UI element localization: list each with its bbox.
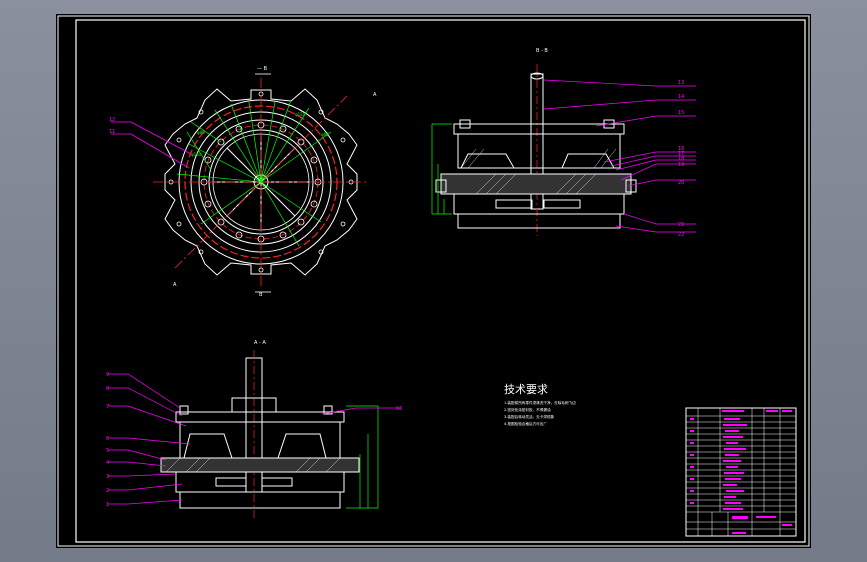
section-bb-view: B - B 13 14 15 16 17 18 19 20 21 22 <box>431 48 696 238</box>
tech-req-title: 技术要求 <box>504 383 548 396</box>
callout-9: 9 <box>106 372 109 378</box>
callout-11: 11 <box>109 129 115 135</box>
svg-text:φ120: φ120 <box>295 112 306 117</box>
drawing-sheet: φ80 φ120 φ96 φ160 12 11 — B A A B B - B … <box>56 14 811 548</box>
tech-req-line-3: 3.装配后转动灵活，无卡滞现象 <box>504 414 555 419</box>
section-aa-title: A - A <box>254 340 266 346</box>
section-bb-title: B - B <box>536 48 548 54</box>
callout-21: 21 <box>678 222 684 228</box>
top-view-label: — B <box>257 66 268 72</box>
callout-1: 1 <box>106 502 109 508</box>
callout-3: 3 <box>106 474 109 480</box>
top-view: φ80 φ120 φ96 φ160 12 11 — B A A B <box>109 66 377 298</box>
callout-19: 19 <box>678 162 684 168</box>
callout-22: 22 <box>678 232 684 238</box>
svg-text:φ80: φ80 <box>197 130 205 135</box>
svg-text:φ160: φ160 <box>191 152 202 157</box>
callout-5: 5 <box>106 448 109 454</box>
callout-aa-16: 16 <box>396 406 402 412</box>
tech-req-line-2: 2.密封处涂密封胶，不得漏油 <box>504 407 551 412</box>
section-aa-view: A - A 16 9 8 7 6 5 4 3 2 1 <box>106 340 402 518</box>
tech-req-line-1: 1.装配前所有零件须清洗干净，去除毛刺飞边 <box>504 400 576 405</box>
callout-6: 6 <box>106 436 109 442</box>
tech-req-line-4: 4.按图检验合格后方可出厂 <box>504 421 547 426</box>
section-mark-a2: A <box>173 282 177 288</box>
drawing-canvas: φ80 φ120 φ96 φ160 12 11 — B A A B B - B … <box>57 15 810 547</box>
callout-13: 13 <box>678 80 684 86</box>
callout-2: 2 <box>106 488 109 494</box>
svg-text:φ96: φ96 <box>321 132 329 137</box>
title-block <box>685 407 797 537</box>
section-mark-b: B <box>259 292 263 298</box>
tech-requirements: 技术要求 1.装配前所有零件须清洗干净，去除毛刺飞边 2.密封处涂密封胶，不得漏… <box>504 383 576 426</box>
callout-14: 14 <box>678 94 684 100</box>
callout-15: 15 <box>678 110 684 116</box>
callout-20: 20 <box>678 180 684 186</box>
callout-7: 7 <box>106 404 109 410</box>
callout-8: 8 <box>106 386 109 392</box>
cad-viewport[interactable]: φ80 φ120 φ96 φ160 12 11 — B A A B B - B … <box>0 0 867 562</box>
section-mark-a1: A <box>373 92 377 98</box>
callout-4: 4 <box>106 460 109 466</box>
callout-12: 12 <box>109 117 115 123</box>
